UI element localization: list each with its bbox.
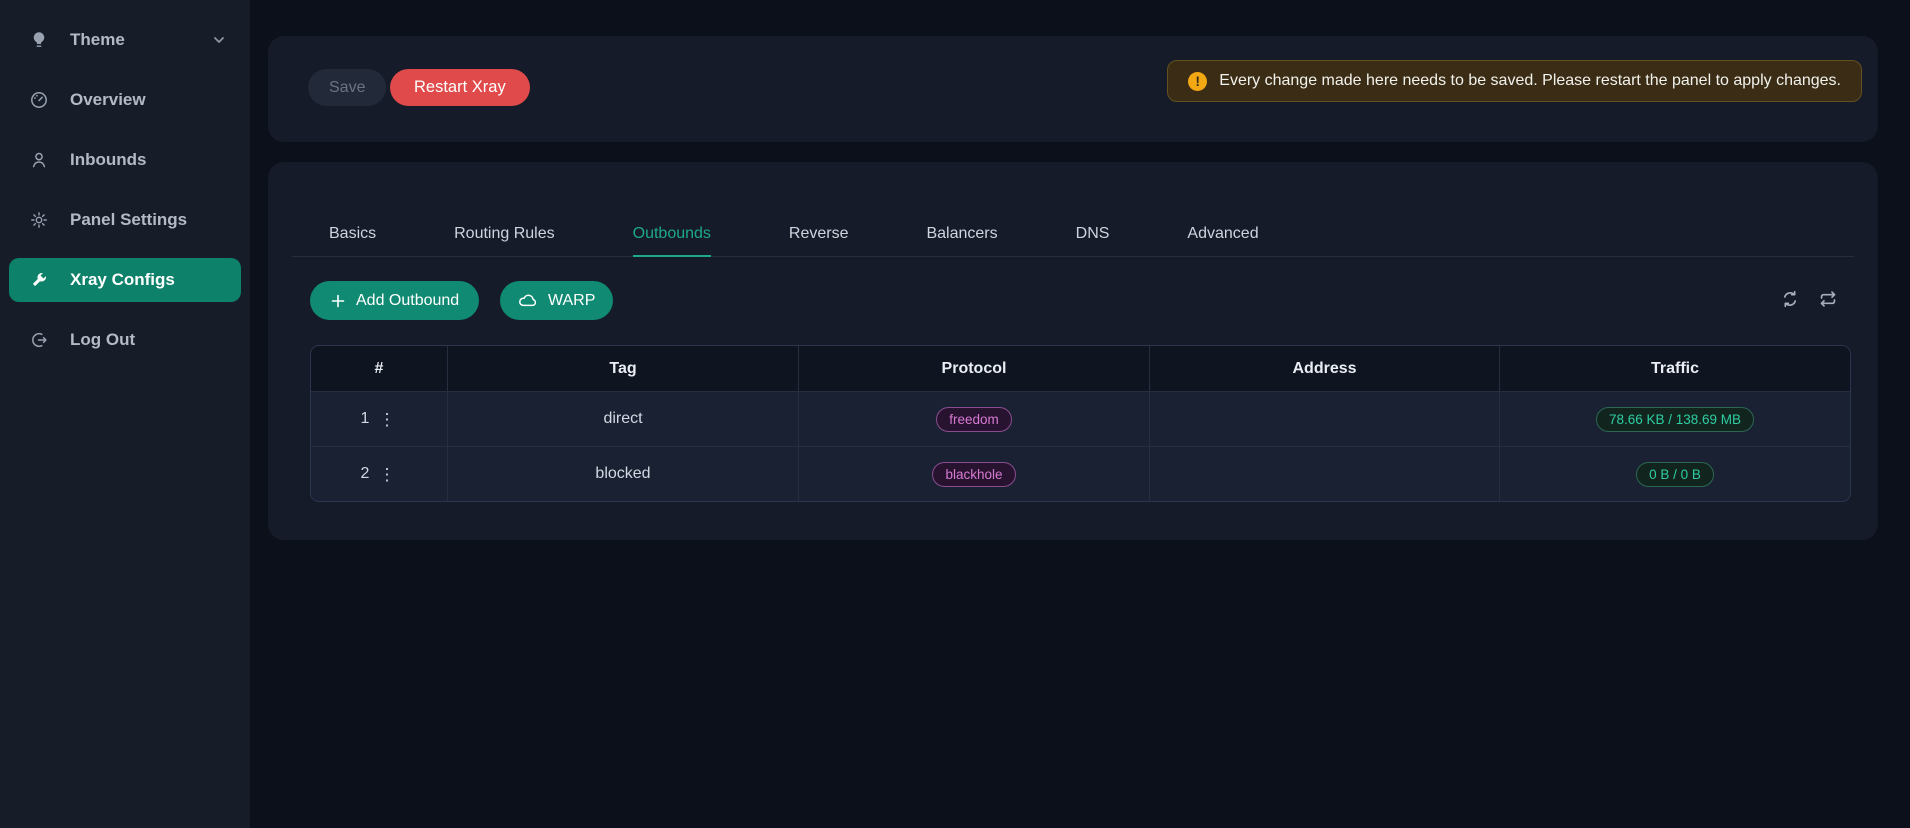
tab-balancers[interactable]: Balancers xyxy=(926,213,997,256)
restart-xray-button[interactable]: Restart Xray xyxy=(390,69,530,106)
bulb-icon xyxy=(29,30,49,50)
alert-message: Every change made here needs to be saved… xyxy=(1219,72,1841,90)
sidebar-item-theme[interactable]: Theme xyxy=(9,18,241,62)
warning-icon: ! xyxy=(1188,72,1207,91)
toolbar-card: Save Restart Xray ! Every change made he… xyxy=(268,36,1878,142)
repeat-icon[interactable] xyxy=(1818,289,1838,309)
xray-panel-app: Theme Overview Inbounds Panel Settings xyxy=(0,0,1910,828)
sidebar-item-log-out[interactable]: Log Out xyxy=(9,318,241,362)
traffic-cell: 0 B / 0 B xyxy=(1500,447,1850,501)
table-tools xyxy=(1780,289,1838,309)
sidebar: Theme Overview Inbounds Panel Settings xyxy=(0,0,250,828)
sidebar-item-label: Log Out xyxy=(70,330,135,350)
outbounds-table: # Tag Protocol Address Traffic 1 ⋮ direc… xyxy=(310,345,1851,502)
cloud-icon xyxy=(518,293,538,308)
refresh-icon[interactable] xyxy=(1780,289,1800,309)
protocol-badge: freedom xyxy=(936,407,1012,432)
address-cell xyxy=(1150,392,1500,446)
user-icon xyxy=(29,150,49,170)
table-header-row: # Tag Protocol Address Traffic xyxy=(311,346,1850,391)
save-button[interactable]: Save xyxy=(308,69,386,106)
tab-outbounds[interactable]: Outbounds xyxy=(633,213,711,257)
plus-icon xyxy=(330,293,346,309)
column-header-index: # xyxy=(311,346,448,391)
warp-label: WARP xyxy=(548,292,595,310)
tag-cell: blocked xyxy=(448,447,799,501)
gear-icon xyxy=(29,210,49,230)
sidebar-item-label: Panel Settings xyxy=(70,210,187,230)
warp-button[interactable]: WARP xyxy=(500,281,613,320)
add-outbound-button[interactable]: Add Outbound xyxy=(310,281,479,320)
table-row: 1 ⋮ direct freedom 78.66 KB / 138.69 MB xyxy=(311,391,1850,446)
sidebar-item-label: Inbounds xyxy=(70,150,146,170)
tag-cell: direct xyxy=(448,392,799,446)
logout-icon xyxy=(29,330,49,350)
address-cell xyxy=(1150,447,1500,501)
sidebar-item-xray-configs[interactable]: Xray Configs xyxy=(9,258,241,302)
protocol-badge: blackhole xyxy=(932,462,1015,487)
chevron-down-icon xyxy=(211,32,227,48)
row-menu-icon[interactable]: ⋮ xyxy=(376,464,397,485)
tab-routing-rules[interactable]: Routing Rules xyxy=(454,213,555,256)
row-index: 1 xyxy=(361,410,370,428)
protocol-cell: freedom xyxy=(799,392,1150,446)
index-cell: 1 ⋮ xyxy=(311,392,448,446)
protocol-cell: blackhole xyxy=(799,447,1150,501)
unsaved-changes-alert: ! Every change made here needs to be sav… xyxy=(1167,60,1862,102)
sidebar-item-label: Xray Configs xyxy=(70,270,175,290)
row-menu-icon[interactable]: ⋮ xyxy=(376,409,397,430)
traffic-badge: 78.66 KB / 138.69 MB xyxy=(1596,407,1754,432)
row-index: 2 xyxy=(361,465,370,483)
tab-basics[interactable]: Basics xyxy=(329,213,376,256)
column-header-traffic: Traffic xyxy=(1500,346,1850,391)
column-header-tag: Tag xyxy=(448,346,799,391)
sidebar-item-label: Overview xyxy=(70,90,146,110)
traffic-cell: 78.66 KB / 138.69 MB xyxy=(1500,392,1850,446)
sidebar-item-overview[interactable]: Overview xyxy=(9,78,241,122)
wrench-icon xyxy=(29,270,49,290)
column-header-protocol: Protocol xyxy=(799,346,1150,391)
traffic-badge: 0 B / 0 B xyxy=(1636,462,1714,487)
index-cell: 2 ⋮ xyxy=(311,447,448,501)
gauge-icon xyxy=(29,90,49,110)
add-outbound-label: Add Outbound xyxy=(356,292,459,310)
table-row: 2 ⋮ blocked blackhole 0 B / 0 B xyxy=(311,446,1850,501)
sidebar-item-inbounds[interactable]: Inbounds xyxy=(9,138,241,182)
xray-configs-card: Basics Routing Rules Outbounds Reverse B… xyxy=(268,162,1878,540)
sidebar-item-label: Theme xyxy=(70,30,125,50)
tab-advanced[interactable]: Advanced xyxy=(1187,213,1258,256)
column-header-address: Address xyxy=(1150,346,1500,391)
sidebar-item-panel-settings[interactable]: Panel Settings xyxy=(9,198,241,242)
tab-dns[interactable]: DNS xyxy=(1076,213,1110,256)
config-tabs: Basics Routing Rules Outbounds Reverse B… xyxy=(292,213,1854,257)
tab-reverse[interactable]: Reverse xyxy=(789,213,849,256)
